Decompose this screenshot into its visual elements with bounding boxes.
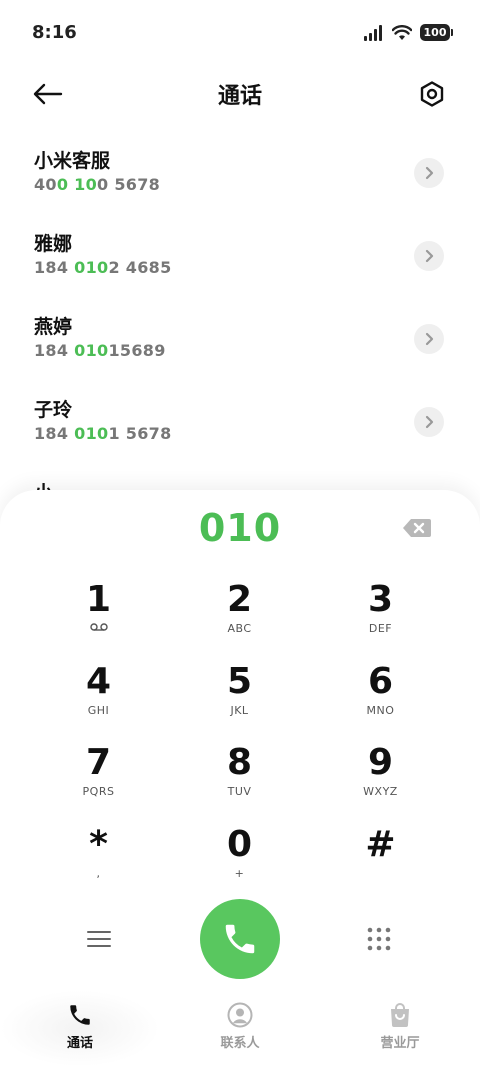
result-number: 184 01015689 <box>34 341 166 360</box>
keypad-icon <box>367 927 391 951</box>
bottom-tab-bar: 通话 联系人 营业厅 <box>0 990 480 1067</box>
result-number: 184 0101 5678 <box>34 424 172 443</box>
delete-button[interactable] <box>402 518 432 538</box>
key-6[interactable]: 6 MNO <box>310 661 451 744</box>
chevron-right-icon <box>425 332 434 346</box>
voicemail-icon <box>89 623 108 631</box>
menu-icon <box>87 931 111 947</box>
key-0[interactable]: 0 + <box>169 824 310 907</box>
battery-icon: 100 <box>420 24 453 41</box>
result-detail-button[interactable] <box>414 241 444 271</box>
key-5[interactable]: 5 JKL <box>169 661 310 744</box>
result-row[interactable]: 雅娜 184 0102 4685 <box>0 217 480 300</box>
tab-calls[interactable]: 通话 <box>0 990 160 1067</box>
header: 通话 <box>0 64 480 124</box>
phone-icon <box>70 1005 90 1025</box>
result-name: 子玲 <box>34 399 73 421</box>
status-time: 8:16 <box>32 22 77 43</box>
result-row[interactable]: 小米客服 400 100 5678 <box>0 134 480 217</box>
key-star[interactable]: * , <box>28 824 169 907</box>
chevron-right-icon <box>425 166 434 180</box>
result-row[interactable]: 燕婷 184 01015689 <box>0 300 480 383</box>
result-number: 400 100 5678 <box>34 175 161 194</box>
result-row[interactable]: 子玲 184 0101 5678 <box>0 383 480 466</box>
chevron-right-icon <box>425 415 434 429</box>
tab-label: 联系人 <box>220 1036 260 1051</box>
key-8[interactable]: 8 TUV <box>169 743 310 825</box>
tab-label: 营业厅 <box>380 1036 420 1051</box>
keypad: 1 2 ABC 3 DEF 4 GHI 5 JKL 6 MNO 7 PQRS 8… <box>28 580 452 906</box>
backspace-icon <box>403 519 431 537</box>
keypad-toggle-button[interactable] <box>364 924 394 954</box>
dialpad-panel: 010 1 2 ABC 3 DEF 4 GHI 5 JKL 6 MNO 7 PQ… <box>0 490 480 1067</box>
key-1[interactable]: 1 <box>28 580 169 662</box>
key-hash[interactable]: # <box>310 824 451 907</box>
chevron-right-icon <box>425 249 434 263</box>
result-name: 小米客服 <box>34 150 111 172</box>
call-button[interactable] <box>200 899 280 979</box>
tab-service-hall[interactable]: 营业厅 <box>320 990 480 1067</box>
result-detail-button[interactable] <box>414 407 444 437</box>
tab-contacts[interactable]: 联系人 <box>160 990 320 1067</box>
result-detail-button[interactable] <box>414 324 444 354</box>
contact-icon <box>227 1002 253 1028</box>
settings-button[interactable] <box>416 78 448 110</box>
wifi-icon <box>392 24 412 40</box>
menu-button[interactable] <box>84 924 114 954</box>
page-title: 通话 <box>217 84 262 109</box>
signal-icon <box>364 24 382 41</box>
key-3[interactable]: 3 DEF <box>310 580 451 662</box>
key-7[interactable]: 7 PQRS <box>28 743 169 825</box>
result-number: 184 0102 4685 <box>34 258 172 277</box>
result-name: 燕婷 <box>34 316 73 338</box>
phone-icon <box>225 924 255 954</box>
search-results-list: 小米客服 400 100 5678 雅娜 184 0102 4685 燕婷 18… <box>0 134 480 466</box>
status-bar: 8:16 100 <box>0 0 480 64</box>
key-2[interactable]: 2 ABC <box>169 580 310 662</box>
gear-icon <box>420 81 444 107</box>
tab-label: 通话 <box>66 1036 93 1051</box>
dial-actions <box>0 898 480 980</box>
key-9[interactable]: 9 WXYZ <box>310 743 451 825</box>
bag-icon <box>391 1003 409 1027</box>
result-detail-button[interactable] <box>414 158 444 188</box>
result-name: 雅娜 <box>34 233 73 255</box>
status-icons: 100 <box>364 24 453 41</box>
key-4[interactable]: 4 GHI <box>28 661 169 744</box>
